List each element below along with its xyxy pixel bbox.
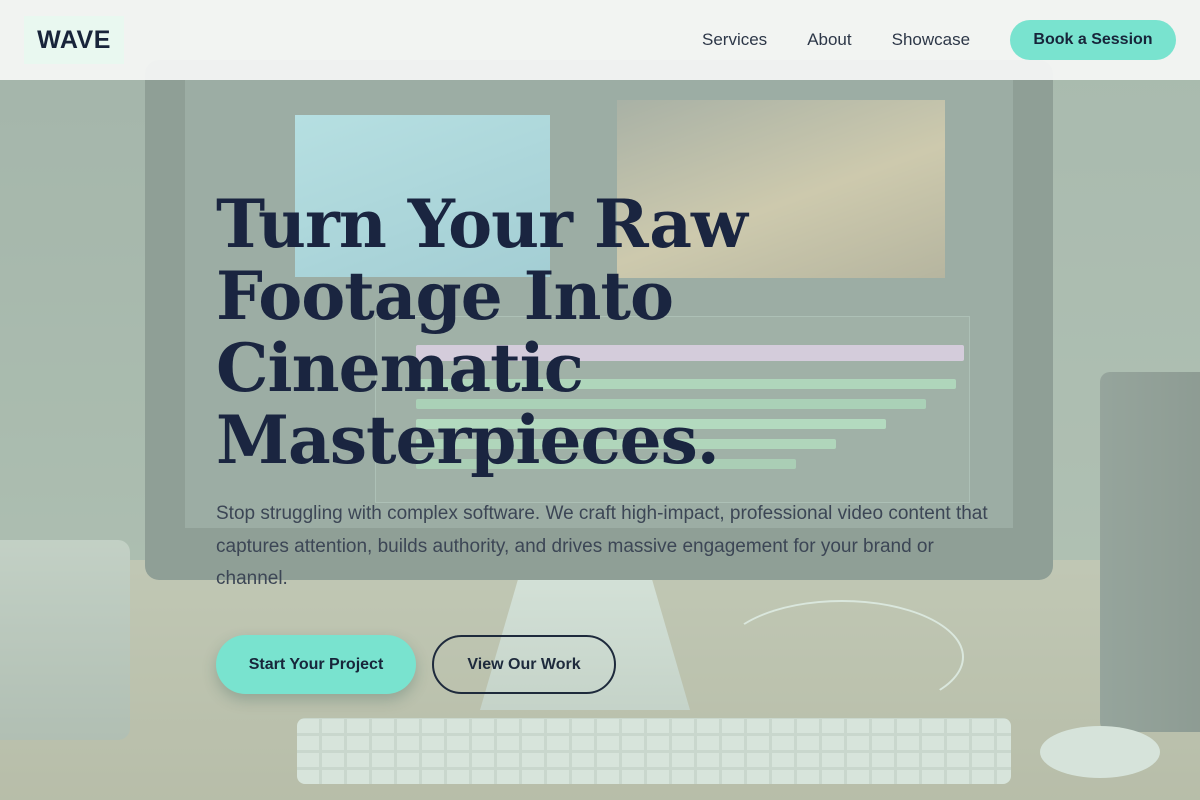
- logo[interactable]: WAVE: [24, 16, 124, 64]
- nav-link-about[interactable]: About: [807, 30, 851, 50]
- view-work-button[interactable]: View Our Work: [432, 635, 616, 694]
- main-nav: Services About Showcase: [682, 0, 990, 80]
- hero-section: Turn Your Raw Footage Into Cinematic Mas…: [216, 188, 1016, 476]
- nav-link-services[interactable]: Services: [702, 30, 767, 50]
- hero-title: Turn Your Raw Footage Into Cinematic Mas…: [216, 185, 748, 479]
- start-project-button[interactable]: Start Your Project: [216, 635, 416, 694]
- hero-subtitle: Stop struggling with complex software. W…: [216, 503, 988, 589]
- site-header: WAVE Services About Showcase Book a Sess…: [0, 0, 1200, 80]
- book-session-button[interactable]: Book a Session: [1010, 20, 1176, 60]
- nav-link-showcase[interactable]: Showcase: [892, 30, 970, 50]
